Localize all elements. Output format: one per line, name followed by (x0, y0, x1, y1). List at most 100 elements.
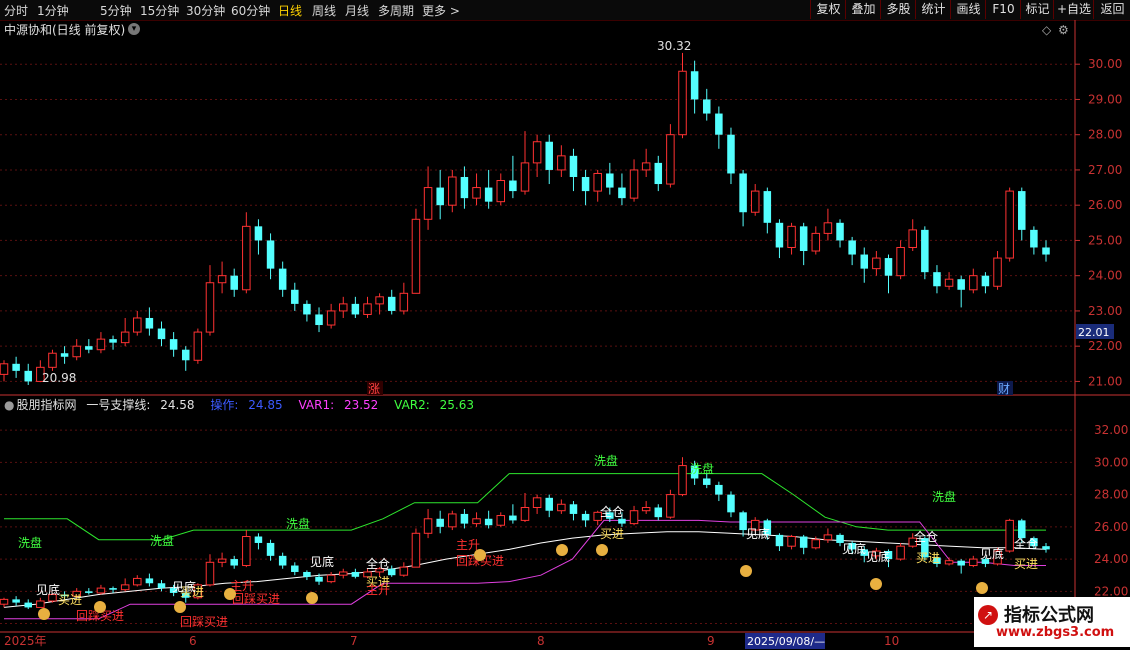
candle-body (133, 317, 142, 333)
indicator-candle-body (618, 518, 626, 524)
indicator-tick-label: 26.00 (1094, 520, 1128, 534)
candle-body (520, 162, 530, 192)
candle-body (242, 225, 251, 291)
candle-body (448, 176, 457, 206)
candle-body (787, 225, 796, 248)
indicator-candle-body (727, 494, 735, 513)
candle-body (957, 279, 965, 290)
candle-body (48, 352, 57, 368)
candle-body (654, 162, 663, 185)
indicator-candle-body (85, 591, 93, 593)
indicator-candle-body (1018, 520, 1026, 539)
indicator-candle-body (399, 566, 409, 576)
candle-body (739, 173, 747, 213)
watermark-logo: 指标公式网 www.zbgs3.com ↗ (974, 597, 1130, 647)
indicator-candle-body (787, 536, 796, 547)
price-tick-label: 25.00 (1088, 233, 1122, 247)
candle-body (775, 222, 784, 248)
signal-label: 买进 (58, 593, 82, 607)
indicator-candle-body (315, 576, 323, 582)
signal-label: 见底 (746, 526, 770, 541)
candle-body (96, 338, 106, 351)
price-tick-label: 24.00 (1088, 269, 1122, 283)
candle-body (205, 282, 215, 333)
candle-body (387, 296, 396, 311)
indicator-candle-body (230, 559, 238, 566)
candle-body (157, 328, 166, 340)
indicator-candle-body (569, 504, 578, 514)
time-label-year: 2025年 (4, 634, 47, 648)
indicator-candle-body (896, 545, 905, 560)
cursor-date-label: 2025/09/08/— (747, 635, 825, 648)
candle-body (629, 169, 639, 199)
indicator-candle-body (666, 494, 675, 518)
candle-body (169, 339, 178, 350)
candle-body (860, 254, 869, 269)
candle-body (72, 345, 81, 358)
candle-body (545, 141, 553, 170)
candle-body (181, 349, 190, 361)
indicator-candle-body (799, 536, 808, 548)
candle-body (145, 317, 154, 329)
candle-body (969, 275, 978, 291)
candle-body (411, 218, 421, 294)
candle-body (230, 275, 238, 290)
indicator-candle-body (436, 518, 444, 527)
candle-body (848, 240, 856, 255)
candle-body (423, 187, 433, 220)
candle-body (702, 99, 711, 114)
settings-icon[interactable]: ⚙ (1058, 23, 1069, 37)
indicator-candle-body (12, 599, 20, 603)
time-label-oct: 10 (884, 634, 899, 648)
indicator-grid (0, 429, 1075, 625)
signal-label: 主升 (366, 583, 390, 597)
candle-body (472, 187, 481, 199)
high-price-label: 30.32 (657, 39, 691, 53)
candle-body (921, 229, 929, 273)
candle-body (12, 363, 20, 371)
candle-body (569, 155, 578, 177)
candle-body (120, 331, 130, 344)
indicator-candle-body (303, 571, 311, 577)
indicator-candle-body (957, 560, 965, 566)
watermark-title: 指标公式网 (1004, 605, 1094, 626)
candle-body (618, 187, 626, 199)
candle-body (557, 155, 566, 171)
limit-up-marker-label: 涨 (368, 381, 380, 396)
candle-body (884, 258, 893, 276)
candle-body (351, 303, 360, 315)
indicator-candle-body (472, 518, 481, 525)
indicator-candle-body (242, 536, 251, 567)
candle-body (581, 176, 590, 192)
candle-body (326, 310, 336, 326)
indicator-tick-label: 28.00 (1094, 488, 1128, 502)
time-label-aug: 8 (537, 634, 545, 648)
time-label-sep: 9 (707, 634, 715, 648)
indicator-candle-body (338, 571, 348, 576)
signal-label: 见底 (980, 546, 1004, 561)
low-price-label: 20.98 (42, 371, 76, 385)
diamond-icon[interactable]: ◇ (1042, 23, 1052, 37)
indicator-candle-body (496, 515, 506, 526)
candle-body (254, 226, 263, 241)
signal-label: 洗盘 (690, 461, 714, 476)
indicator-candle-body (545, 497, 553, 511)
price-tick-label: 28.00 (1088, 128, 1122, 142)
indicator-candle-body (291, 565, 299, 572)
candle-body (606, 173, 614, 188)
candle-body (363, 303, 372, 315)
indicator-candle-body (157, 583, 166, 589)
indicator-candle-body (423, 518, 433, 534)
candle-body (278, 268, 287, 290)
candle-body (896, 246, 905, 277)
signal-label: 回踩买进 (232, 592, 280, 606)
candle-body (593, 172, 602, 192)
chart-canvas[interactable]: 30.00 29.00 28.00 27.00 26.00 25.00 24.00 23.00… (0, 0, 1130, 650)
indicator-candle-body (484, 518, 493, 526)
candle-body (338, 303, 348, 312)
indicator-candle-body (823, 534, 833, 541)
candle-body (0, 363, 9, 375)
money-bag-icon (870, 578, 882, 590)
indicator-candle-body (944, 560, 954, 565)
indicator-candle-body (448, 513, 457, 528)
